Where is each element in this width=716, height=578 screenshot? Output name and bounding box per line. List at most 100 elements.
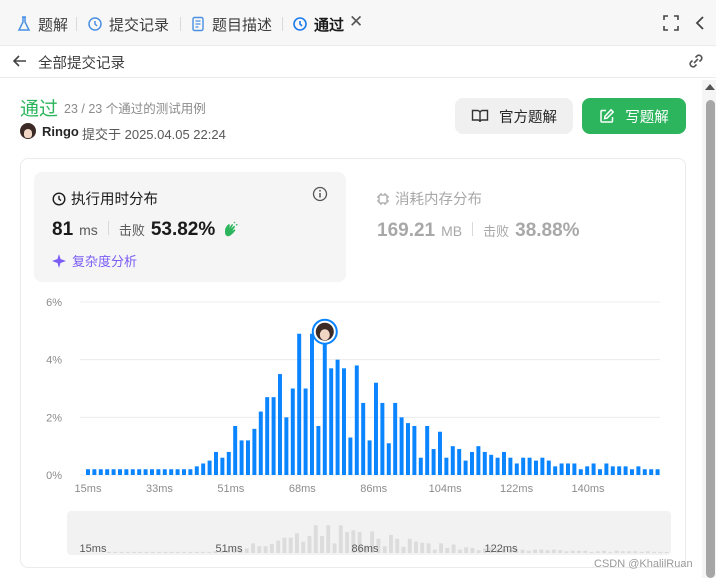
chart-bar[interactable]	[431, 449, 436, 475]
chart-bar[interactable]	[252, 428, 257, 475]
chart-bar[interactable]	[412, 425, 417, 475]
chart-bar[interactable]	[239, 440, 244, 475]
chart-bar[interactable]	[559, 463, 564, 475]
chart-bar[interactable]	[329, 368, 334, 475]
info-icon[interactable]	[312, 186, 328, 202]
chart-bar[interactable]	[201, 463, 206, 475]
chart-bar[interactable]	[636, 466, 641, 475]
chart-bar[interactable]	[182, 469, 186, 475]
chart-bar[interactable]	[553, 466, 558, 475]
chart-bar[interactable]	[284, 417, 289, 475]
chart-bar[interactable]	[220, 457, 225, 475]
chart-bar[interactable]	[271, 397, 276, 475]
chart-bar[interactable]	[482, 451, 487, 475]
chart-bar[interactable]	[450, 446, 455, 475]
all-submissions-link[interactable]: 全部提交记录	[38, 52, 125, 73]
tab-solutions[interactable]: 题解	[16, 13, 68, 35]
chart-bar[interactable]	[105, 469, 110, 475]
chart-bar[interactable]	[290, 388, 295, 476]
chart-bar[interactable]	[604, 463, 609, 475]
chart-bar[interactable]	[418, 457, 423, 475]
chart-bar[interactable]	[386, 443, 391, 475]
chart-bar[interactable]	[169, 469, 174, 475]
chart-bar[interactable]	[470, 451, 474, 475]
chart-bar[interactable]	[502, 451, 506, 475]
chart-bar[interactable]	[425, 425, 430, 475]
chart-bar[interactable]	[649, 469, 654, 475]
chart-bar[interactable]	[591, 463, 596, 475]
chart-bar[interactable]	[546, 460, 551, 475]
chart-bar[interactable]	[207, 460, 212, 475]
chart-bar[interactable]	[617, 466, 622, 475]
chart-bar[interactable]	[642, 469, 647, 475]
chart-bar[interactable]	[156, 469, 161, 475]
chart-bar[interactable]	[457, 449, 462, 475]
tab-accepted[interactable]: 通过	[292, 13, 344, 35]
official-solution-button[interactable]: 官方题解	[455, 98, 573, 134]
chart-bar[interactable]	[393, 402, 398, 475]
chart-bar[interactable]	[495, 457, 500, 475]
chart-bar[interactable]	[143, 469, 148, 475]
chart-bar[interactable]	[489, 454, 494, 475]
avatar[interactable]	[20, 123, 36, 139]
chart-bar[interactable]	[310, 333, 314, 475]
chart-bar[interactable]	[214, 451, 218, 475]
chart-bar[interactable]	[130, 469, 135, 475]
tab-submissions[interactable]: 提交记录	[87, 13, 169, 35]
chart-bar[interactable]	[86, 469, 90, 475]
chart-bar[interactable]	[655, 469, 660, 475]
chart-bar[interactable]	[438, 431, 442, 475]
collapse-chevron-icon[interactable]	[692, 14, 710, 32]
chart-bar[interactable]	[188, 469, 193, 475]
close-tab-icon[interactable]: ✕	[349, 12, 363, 32]
chart-bar[interactable]	[303, 388, 308, 476]
chart-bar[interactable]	[322, 333, 327, 475]
chart-bar[interactable]	[98, 469, 103, 475]
chart-bar[interactable]	[354, 365, 359, 475]
chart-bar[interactable]	[572, 463, 577, 475]
chart-bar[interactable]	[521, 457, 526, 475]
scrollbar-thumb[interactable]	[706, 100, 715, 578]
runtime-distribution-chart[interactable]: 0% 2% 4% 6% 15ms 33ms 51ms 68ms 86ms 104ms 122ms 14…	[36, 290, 668, 502]
chart-bar[interactable]	[566, 463, 570, 475]
chart-range-navigator[interactable]: 15ms 51ms 86ms 122ms	[67, 511, 671, 555]
chart-bar[interactable]	[514, 463, 519, 475]
chart-bar[interactable]	[118, 469, 122, 475]
chart-bar[interactable]	[226, 451, 231, 475]
link-icon[interactable]	[686, 52, 706, 70]
chart-bar[interactable]	[540, 457, 545, 475]
complexity-analysis-link[interactable]: 复杂度分析	[52, 251, 137, 270]
chart-bar[interactable]	[124, 469, 129, 475]
chart-bar[interactable]	[406, 423, 410, 475]
chart-bar[interactable]	[316, 425, 321, 475]
chart-bar[interactable]	[233, 425, 238, 475]
chart-bar[interactable]	[194, 466, 199, 475]
chart-bar[interactable]	[258, 411, 263, 475]
chart-bar[interactable]	[444, 457, 449, 475]
chart-bar[interactable]	[361, 402, 366, 475]
chart-bar[interactable]	[598, 469, 602, 475]
chart-bar[interactable]	[265, 397, 270, 475]
chart-bar[interactable]	[534, 460, 538, 475]
chart-bar[interactable]	[623, 466, 628, 475]
scroll-up-icon[interactable]	[705, 84, 715, 90]
chart-bar[interactable]	[508, 457, 513, 475]
fullscreen-icon[interactable]	[662, 14, 680, 32]
chart-bar[interactable]	[278, 374, 282, 475]
chart-bar[interactable]	[630, 469, 634, 475]
chart-bar[interactable]	[374, 382, 378, 475]
chart-bar[interactable]	[399, 417, 404, 475]
chart-bar[interactable]	[610, 466, 615, 475]
chart-bar[interactable]	[92, 469, 97, 475]
chart-bar[interactable]	[342, 368, 346, 475]
chart-bar[interactable]	[476, 446, 481, 475]
chart-bar[interactable]	[111, 469, 116, 475]
chart-bar[interactable]	[585, 466, 590, 475]
username[interactable]: Ringo	[42, 124, 79, 139]
chart-bar[interactable]	[348, 437, 353, 475]
chart-bar[interactable]	[246, 440, 250, 475]
write-solution-button[interactable]: 写题解	[582, 98, 686, 134]
chart-bar[interactable]	[137, 469, 142, 475]
chart-bar[interactable]	[162, 469, 167, 475]
chart-bar[interactable]	[380, 402, 385, 475]
